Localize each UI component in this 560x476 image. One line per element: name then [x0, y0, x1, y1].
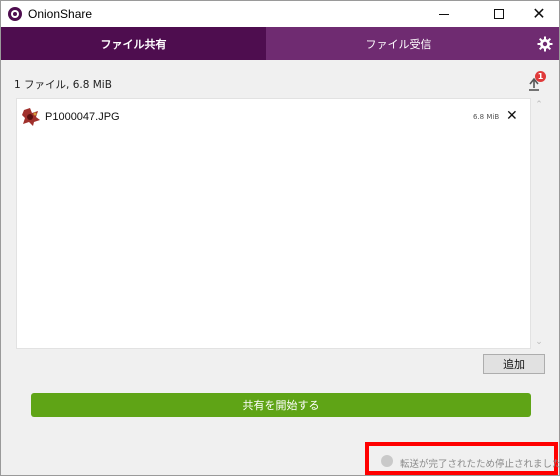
title-bar: OnionShare ✕ — [1, 1, 559, 27]
add-button[interactable]: 追加 — [483, 354, 545, 374]
onionshare-window: OnionShare ✕ ファイル共有 ファイル受信 1 ファイル, 6.8 M… — [0, 0, 560, 476]
maximize-icon — [494, 9, 504, 19]
file-summary: 1 ファイル, 6.8 MiB — [14, 79, 112, 91]
remove-file-button[interactable]: ✕ — [506, 108, 518, 124]
gear-icon — [537, 36, 553, 51]
file-list-scrollbar[interactable]: ⌃ ⌄ — [532, 98, 546, 349]
status-message: 転送が完了されたため停止されました — [400, 459, 560, 470]
minimize-button[interactable] — [421, 1, 467, 27]
image-file-icon — [22, 108, 40, 126]
tab-share-files[interactable]: ファイル共有 — [1, 27, 266, 60]
onionshare-logo-icon — [8, 7, 22, 21]
start-sharing-button[interactable]: 共有を開始する — [31, 393, 531, 417]
status-indicator-icon — [381, 455, 393, 467]
minimize-icon — [439, 13, 449, 15]
file-list: P1000047.JPG 6.8 MiB ✕ — [16, 98, 531, 349]
close-icon: ✕ — [532, 4, 546, 23]
window-title: OnionShare — [28, 7, 93, 21]
tab-receive-files[interactable]: ファイル受信 — [266, 27, 531, 60]
history-badge: 1 — [535, 71, 546, 82]
scroll-up-icon[interactable]: ⌃ — [534, 100, 544, 110]
close-icon: ✕ — [506, 108, 518, 124]
status-bar-highlight: 転送が完了されたため停止されました — [365, 442, 560, 475]
file-name: P1000047.JPG — [45, 111, 120, 123]
close-window-button[interactable]: ✕ — [516, 1, 560, 27]
settings-button[interactable] — [531, 27, 559, 60]
scroll-down-icon[interactable]: ⌄ — [534, 337, 544, 347]
list-item: P1000047.JPG 6.8 MiB ✕ — [17, 105, 532, 129]
mode-tabs: ファイル共有 ファイル受信 — [1, 27, 559, 60]
file-size: 6.8 MiB — [473, 113, 500, 121]
